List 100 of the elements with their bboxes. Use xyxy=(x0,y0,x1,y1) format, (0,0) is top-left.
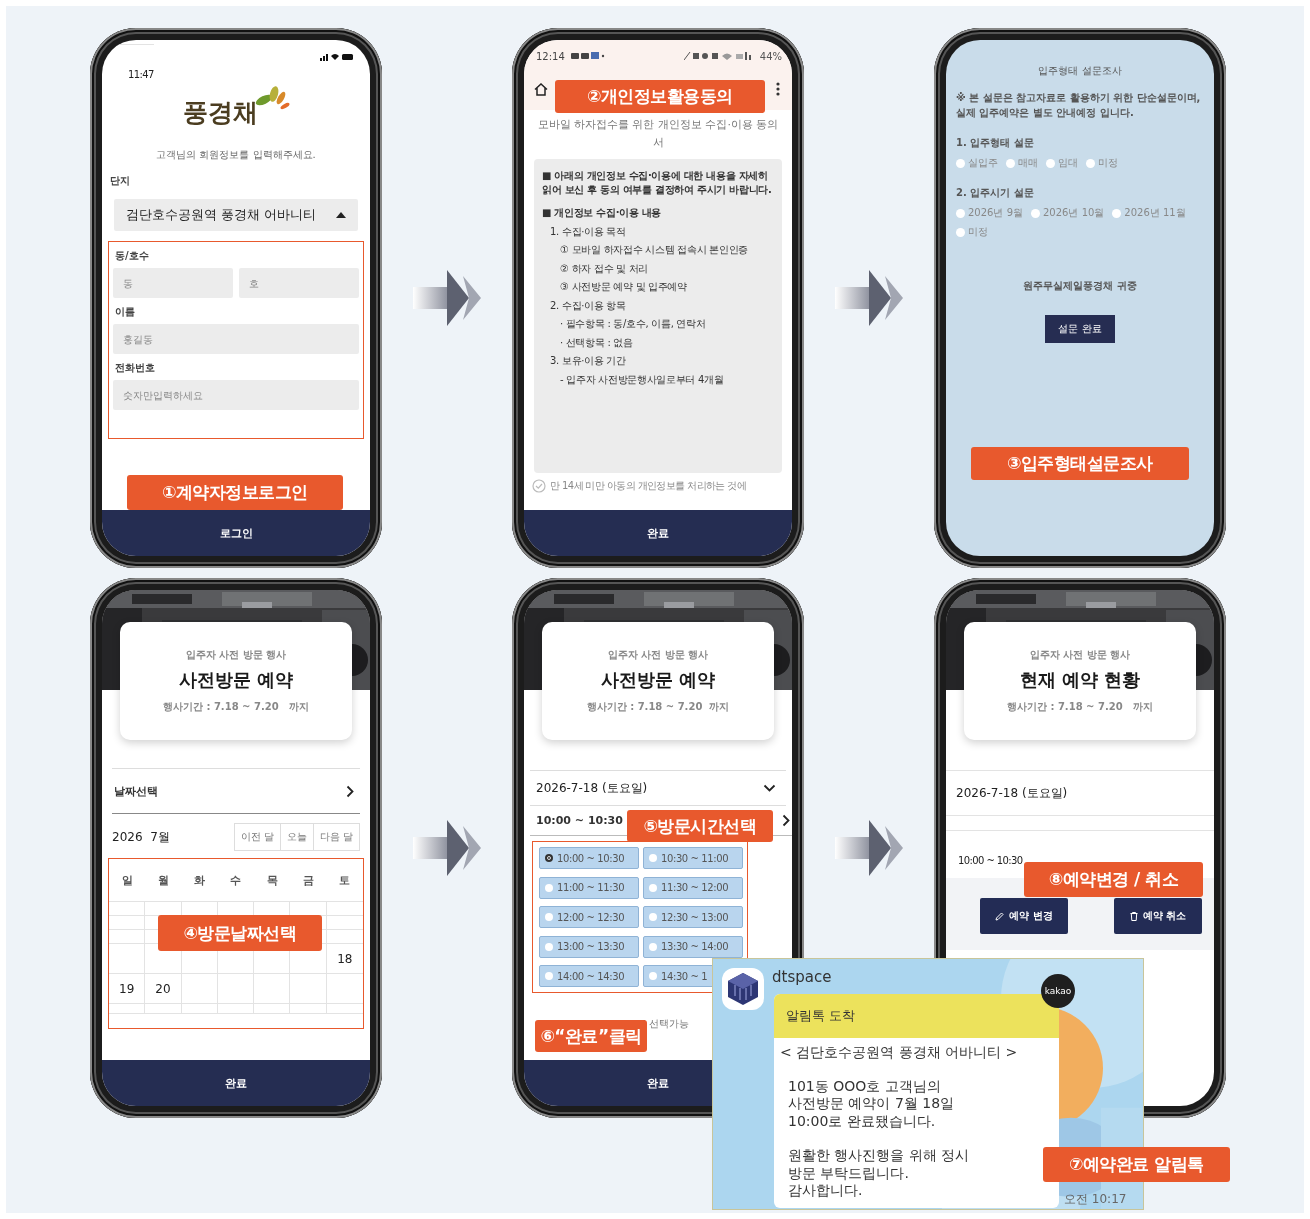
calendar-cell[interactable] xyxy=(217,974,255,1004)
signature-text: 원주무실제일풍경채 귀중 xyxy=(1022,279,1138,293)
step-tooltip: ⑤방문시간선택 xyxy=(627,810,773,842)
time-slot[interactable]: 12:30 ~ 13:00 xyxy=(643,906,743,929)
calendar-cell[interactable] xyxy=(181,974,218,1004)
event-title: 현재 예약 현황 xyxy=(1019,668,1141,692)
radio-button[interactable] xyxy=(956,158,965,168)
done-button[interactable]: 완료 xyxy=(102,1060,370,1106)
calendar-cell[interactable] xyxy=(217,1004,255,1014)
calendar-cell[interactable] xyxy=(109,902,146,916)
input-field[interactable]: 숫자만입력하세요 xyxy=(113,380,359,410)
option-label: 임대 xyxy=(1058,156,1078,170)
login-button[interactable]: 로그인 xyxy=(102,510,370,556)
calendar-cell[interactable] xyxy=(181,1004,218,1014)
submit-button[interactable]: 설문 완료 xyxy=(1045,315,1115,343)
radio-button[interactable] xyxy=(1046,158,1055,168)
checkbox[interactable] xyxy=(532,479,546,494)
calendar-cell[interactable] xyxy=(109,930,146,944)
time-slot[interactable]: 13:30 ~ 14:00 xyxy=(643,935,743,958)
calendar-cell[interactable] xyxy=(109,944,146,974)
arrow-icon xyxy=(835,820,903,876)
input-field[interactable]: 홍길동 xyxy=(113,324,359,354)
weekday-label: 토 xyxy=(339,872,351,888)
weekday-label: 수 xyxy=(230,872,242,888)
calendar-cell[interactable]: 19 xyxy=(109,974,146,1004)
radio-button[interactable] xyxy=(1112,208,1122,218)
event-period: 행사기간 : 7.18 ~ 7.20 까지 xyxy=(1006,700,1154,714)
cancel-button[interactable]: 예약 취소 xyxy=(1114,898,1202,934)
option-label: 미정 xyxy=(1098,156,1118,170)
date-picker-row[interactable]: 날짜선택 xyxy=(112,768,360,814)
chevron-right-icon[interactable] xyxy=(346,784,354,798)
radio-button[interactable] xyxy=(956,227,965,237)
chevron-down-icon[interactable] xyxy=(763,784,776,792)
prompt-text: 고객님의 회원정보를 입력해주세요. xyxy=(155,148,317,162)
question-label: 2. 입주시기 설문 xyxy=(956,186,1035,200)
weekday-label: 일 xyxy=(121,872,133,888)
event-title: 사전방문 예약 xyxy=(600,668,716,692)
calendar-cell[interactable] xyxy=(254,1004,291,1014)
time-slot[interactable]: 11:00 ~ 11:30 xyxy=(539,876,639,899)
home-icon[interactable] xyxy=(534,82,548,96)
field-label: 단지 xyxy=(110,174,131,188)
message-header: 알림톡 도착 xyxy=(774,994,1059,1038)
option-label: 2026년 9월 xyxy=(968,206,1023,220)
arrow-icon xyxy=(413,820,481,876)
calendar-cell[interactable]: 20 xyxy=(145,974,182,1004)
event-subtitle: 입주자 사전 방문 행사 xyxy=(185,648,287,662)
date-text: 2026-7-18 (토요일) xyxy=(956,784,1068,802)
time-slot[interactable]: 14:00 ~ 14:30 xyxy=(539,965,639,988)
message-text: < 검단호수공원역 풍경채 어바니티 > xyxy=(780,1044,1019,1062)
more-icon[interactable] xyxy=(776,82,780,96)
time-slot[interactable]: 10:30 ~ 11:00 xyxy=(643,847,743,869)
radio-button[interactable] xyxy=(956,208,965,218)
radio-button[interactable] xyxy=(1006,158,1015,168)
option-label: 미정 xyxy=(968,225,988,239)
option-label: 매매 xyxy=(1018,156,1038,170)
month-label: 2026 7월 xyxy=(112,828,170,846)
caret-icon[interactable] xyxy=(336,212,346,218)
time-text: 10:00 ~ 10:30 xyxy=(958,855,1023,866)
chevron-right-icon[interactable] xyxy=(782,814,790,827)
step-tooltip: ④방문날짜선택 xyxy=(158,915,322,951)
select-field[interactable]: 검단호수공원역 풍경채 어바니티 xyxy=(114,199,358,231)
date-select[interactable]: 2026-7-18 (토요일) xyxy=(530,770,786,806)
time-slot[interactable]: 12:00 ~ 12:30 xyxy=(539,906,639,929)
logo-text: 풍경채 xyxy=(182,97,258,129)
calendar-cell[interactable] xyxy=(290,974,327,1004)
trash-icon xyxy=(1129,911,1138,921)
event-title: 사전방문 예약 xyxy=(178,668,294,692)
input-field[interactable]: 호 xyxy=(239,268,359,298)
field-label: 이름 xyxy=(115,305,136,319)
calendar-cell[interactable] xyxy=(290,1004,327,1014)
radio-button[interactable] xyxy=(1031,208,1040,218)
status-time: 12:14 xyxy=(536,50,565,62)
change-button[interactable]: 예약 변경 xyxy=(980,898,1068,934)
calendar-cell[interactable] xyxy=(109,916,146,930)
consent-text: 3. 보유·이용 기간 xyxy=(549,354,627,368)
weekday-label: 월 xyxy=(157,872,169,888)
calendar-cell[interactable] xyxy=(109,1004,146,1014)
survey-notice: ※ 본 설문은 참고자료로 활용하기 위한 단순설문이며, 실제 입주예약은 별도 안내예정 입니다. xyxy=(956,91,1202,120)
done-button[interactable]: 완료 xyxy=(524,510,792,556)
option-label: 2026년 10월 xyxy=(1043,206,1105,220)
step-tooltip: ①계약자정보로그인 xyxy=(127,475,343,510)
weekday-label: 목 xyxy=(266,872,278,888)
calendar-cell[interactable]: 18 xyxy=(326,944,363,974)
calendar-cell[interactable] xyxy=(254,974,291,1004)
calendar-cell[interactable] xyxy=(145,1004,182,1014)
status-icons-drawing xyxy=(320,53,354,61)
time-slot[interactable]: 11:30 ~ 12:00 xyxy=(643,876,743,899)
weekday-label: 화 xyxy=(194,872,206,888)
picker-label: 날짜선택 xyxy=(114,783,158,799)
battery-text: 44% xyxy=(759,50,782,62)
time-slot[interactable]: 10:00 ~ 10:30 xyxy=(539,847,639,869)
event-period: 행사기간 : 7.18 ~ 7.20 까지 xyxy=(162,700,310,714)
pencil-icon xyxy=(995,911,1005,921)
input-field[interactable]: 동 xyxy=(113,268,233,298)
weekday-label: 금 xyxy=(303,872,315,888)
arrow-icon xyxy=(413,270,481,326)
radio-button[interactable] xyxy=(1086,158,1095,168)
event-period: 행사기간 : 7.18 ~ 7.20 까지 xyxy=(586,700,730,714)
consent-text: 2. 수집·이용 항목 xyxy=(549,298,627,313)
time-slot[interactable]: 13:00 ~ 13:30 xyxy=(539,935,639,958)
